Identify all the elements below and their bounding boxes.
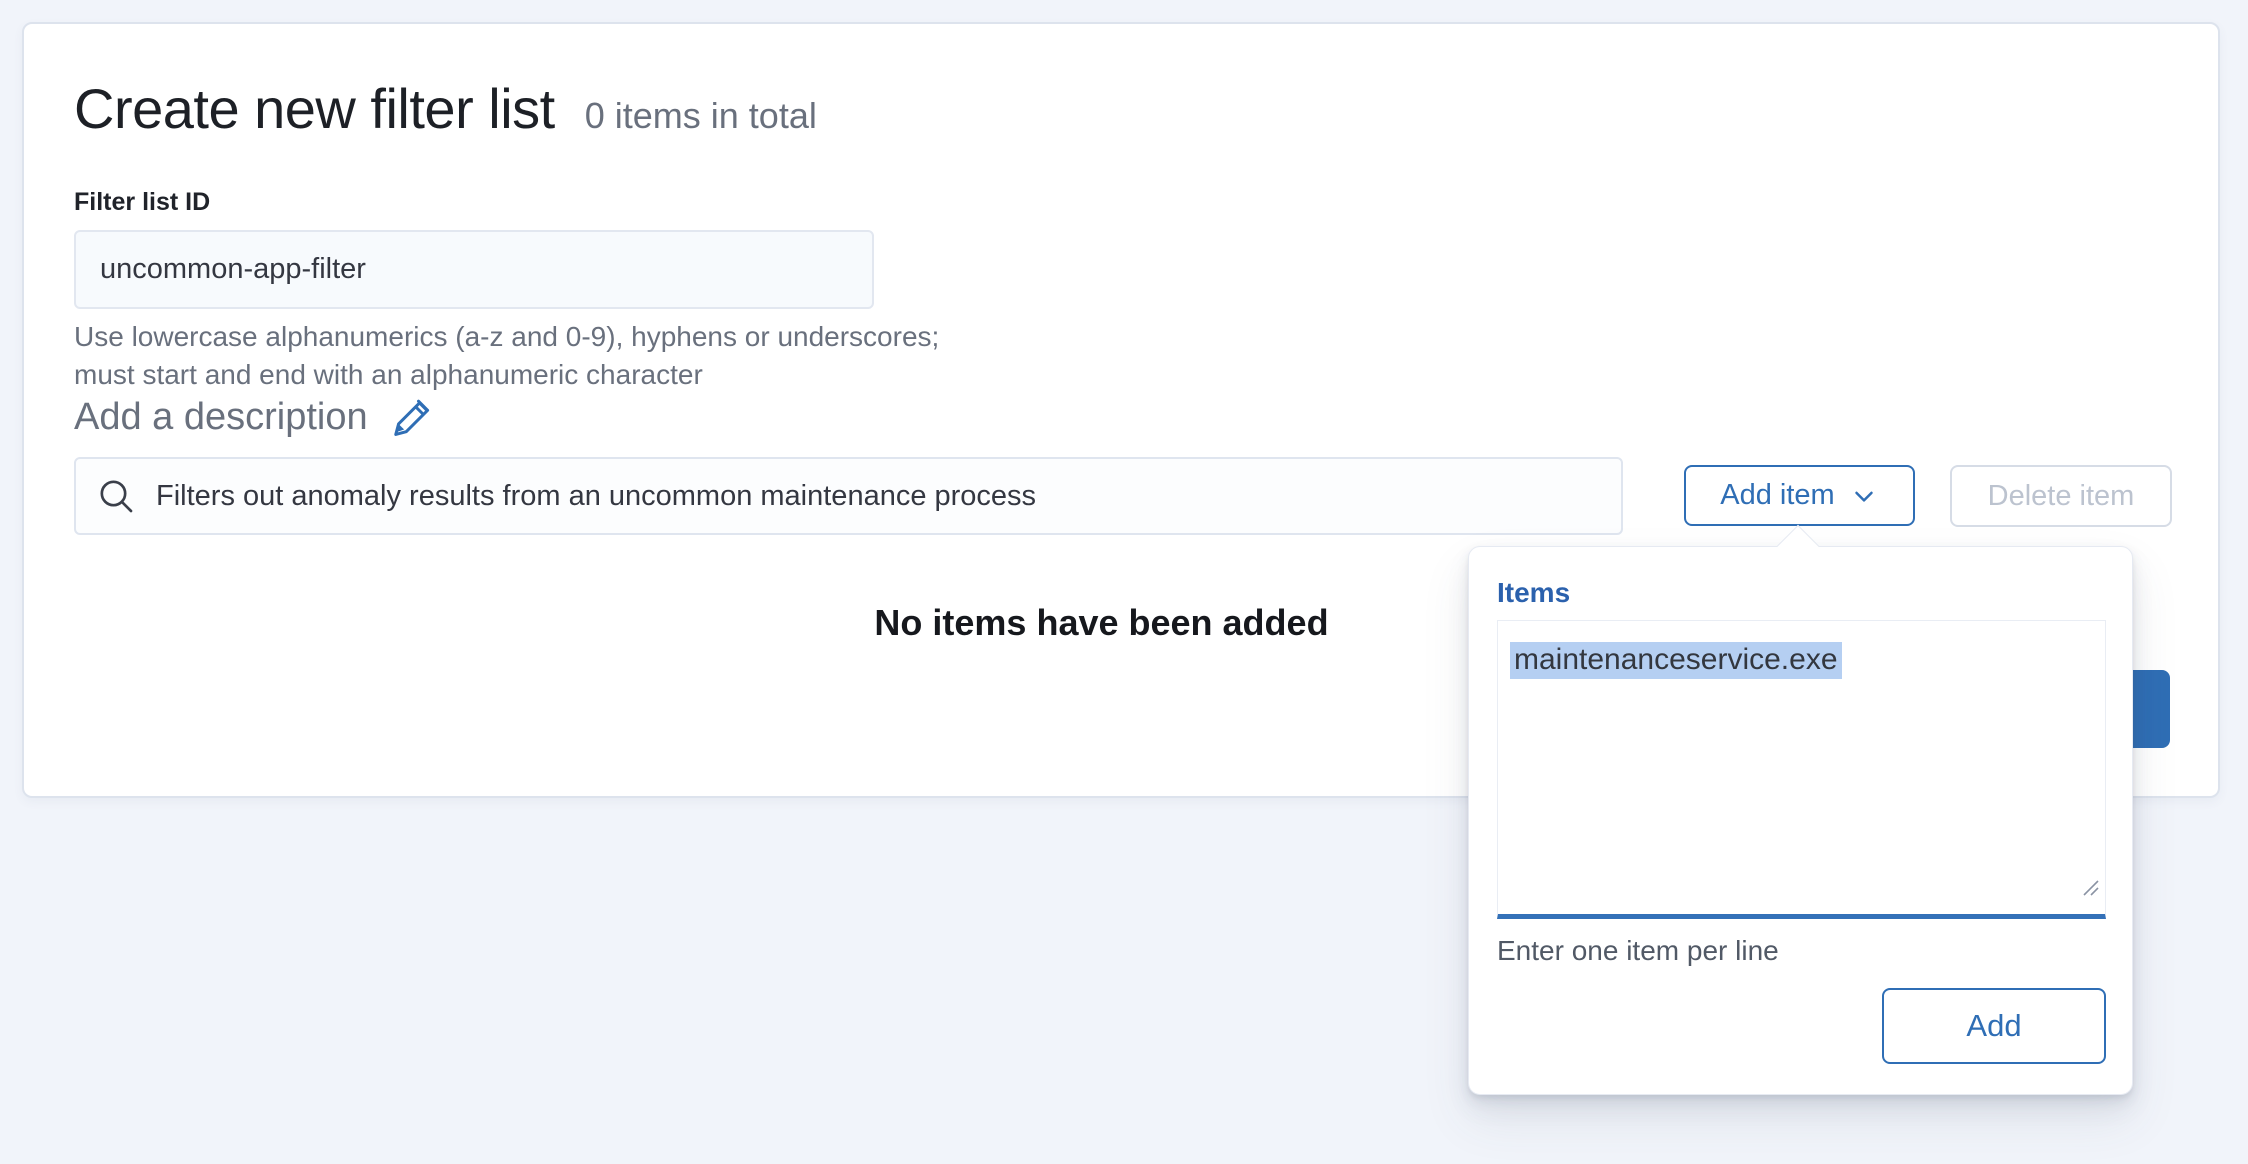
help-line-2: must start and end with an alphanumeric … bbox=[74, 359, 703, 390]
items-textarea-selected-text: maintenanceservice.exe bbox=[1510, 642, 1842, 679]
item-search-input[interactable] bbox=[74, 457, 1623, 535]
add-description-link[interactable]: Add a description bbox=[74, 396, 436, 439]
add-description-label: Add a description bbox=[74, 396, 368, 438]
help-line-1: Use lowercase alphanumerics (a-z and 0-9… bbox=[74, 321, 940, 352]
page-title: Create new filter list bbox=[74, 77, 555, 140]
filter-list-id-help: Use lowercase alphanumerics (a-z and 0-9… bbox=[74, 318, 939, 394]
delete-item-label: Delete item bbox=[1987, 479, 2135, 512]
filter-list-id-input[interactable] bbox=[74, 230, 874, 309]
resize-handle-icon[interactable] bbox=[2080, 871, 2102, 909]
popover-add-button[interactable]: Add bbox=[1882, 988, 2106, 1064]
chevron-down-icon bbox=[1849, 481, 1879, 511]
page-header: Create new filter list 0 items in total bbox=[74, 74, 817, 144]
item-search-field bbox=[74, 457, 1623, 535]
items-count-text: 0 items in total bbox=[584, 95, 817, 136]
popover-add-label: Add bbox=[1966, 1008, 2022, 1043]
add-item-button[interactable]: Add item bbox=[1684, 465, 1915, 526]
delete-item-button[interactable]: Delete item bbox=[1950, 465, 2172, 527]
items-label: Items bbox=[1497, 577, 1571, 608]
filter-list-id-label: Filter list ID bbox=[74, 188, 211, 216]
items-help-text: Enter one item per line bbox=[1497, 935, 1779, 966]
add-item-label: Add item bbox=[1720, 479, 1835, 511]
items-textarea[interactable]: maintenanceservice.exe bbox=[1497, 620, 2106, 919]
pencil-icon bbox=[393, 397, 436, 439]
add-item-popover: Items maintenanceservice.exe Enter one i… bbox=[1468, 524, 2133, 1095]
